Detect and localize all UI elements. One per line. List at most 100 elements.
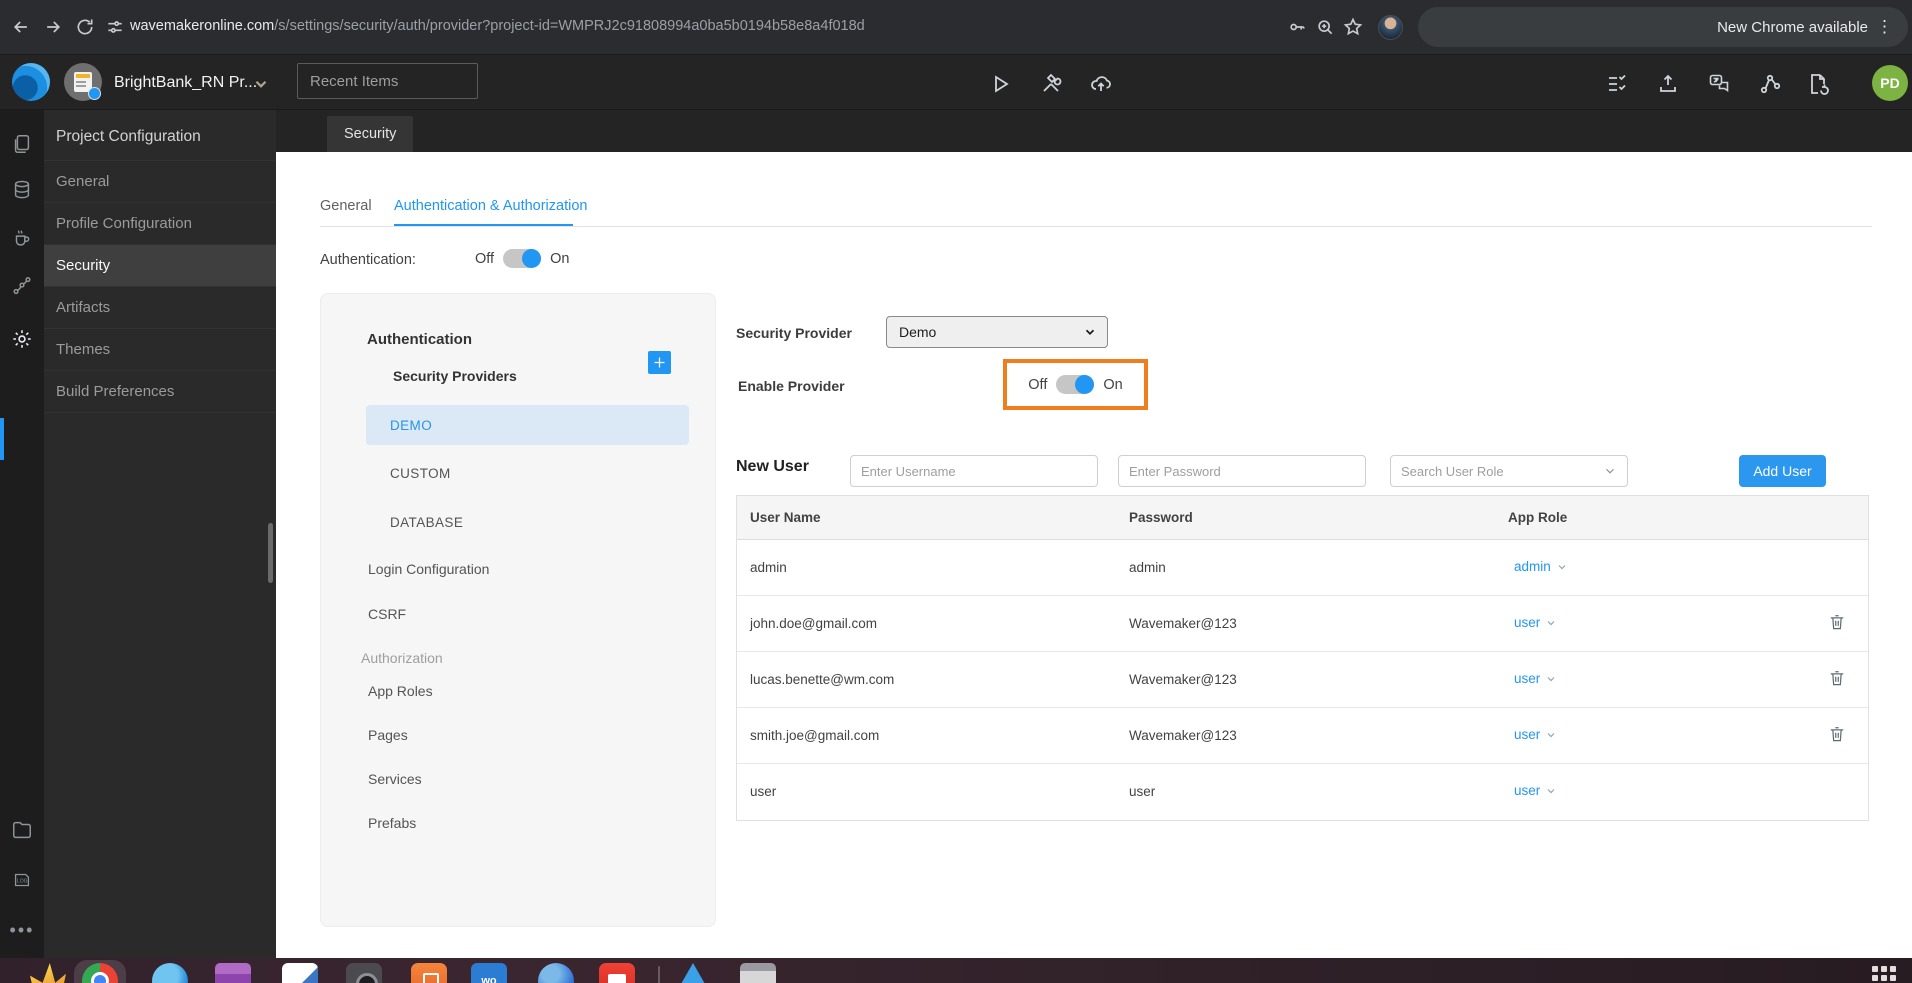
url-bar[interactable]: wavemakeronline.com/s/settings/security/… xyxy=(130,18,865,34)
username-input[interactable] xyxy=(850,455,1098,487)
new-user-label: New User xyxy=(736,458,809,475)
taskbar-icon-files[interactable] xyxy=(215,963,251,983)
recent-items-dropdown[interactable]: Recent Items xyxy=(297,63,478,99)
sidebar-item-artifacts[interactable]: Artifacts xyxy=(44,286,276,328)
project-chevron-down-icon[interactable] xyxy=(252,75,270,98)
nav-item-csrf[interactable]: CSRF xyxy=(368,606,406,622)
cell-password: Wavemaker@123 xyxy=(1129,672,1237,687)
taskbar-icon-text-editor[interactable] xyxy=(282,963,318,983)
taskbar-icon-red-mail-app[interactable] xyxy=(599,963,635,983)
security-settings-page: General Authentication & Authorization A… xyxy=(276,152,1912,958)
chevron-down-icon xyxy=(1547,676,1555,681)
back-icon[interactable] xyxy=(8,14,34,40)
chevron-down-icon xyxy=(1558,564,1566,569)
sidebar-scrollbar[interactable] xyxy=(268,523,273,583)
settings-gear-icon[interactable] xyxy=(0,317,44,361)
tools-icon[interactable] xyxy=(1037,70,1065,98)
taskbar-icon-software-store[interactable] xyxy=(411,963,447,983)
role-dropdown[interactable]: user xyxy=(1514,615,1557,630)
security-provider-select[interactable]: Demo xyxy=(886,316,1108,348)
sidebar-item-profile-configuration[interactable]: Profile Configuration xyxy=(44,202,276,244)
trash-icon xyxy=(1830,671,1844,686)
nav-item-login-configuration[interactable]: Login Configuration xyxy=(368,561,489,577)
taskbar-icon-word-app[interactable]: wo xyxy=(471,963,507,983)
cell-username: smith.joe@gmail.com xyxy=(750,728,880,743)
delete-user-button[interactable] xyxy=(1827,724,1849,746)
logs-icon[interactable]: LOG xyxy=(0,858,44,902)
translate-icon[interactable] xyxy=(1705,70,1733,98)
sidebar-item-build-preferences[interactable]: Build Preferences xyxy=(44,370,276,412)
user-role-select[interactable]: Search User Role xyxy=(1390,455,1628,487)
forward-icon[interactable] xyxy=(40,14,66,40)
run-config-list-icon[interactable] xyxy=(1603,70,1631,98)
security-page-tab[interactable]: Security xyxy=(327,116,414,152)
trash-icon xyxy=(1830,727,1844,742)
provider-item-demo[interactable]: DEMO xyxy=(366,405,689,445)
toggle-knob xyxy=(1075,375,1095,394)
authentication-toggle[interactable] xyxy=(503,249,542,268)
provider-item-custom[interactable]: CUSTOM xyxy=(390,466,451,481)
col-password: Password xyxy=(1129,510,1193,525)
tab-general[interactable]: General xyxy=(320,198,372,214)
enable-provider-highlight-box: Off On xyxy=(1003,359,1148,410)
provider-item-database[interactable]: DATABASE xyxy=(390,515,463,530)
taskbar-icon-window-app[interactable] xyxy=(740,963,776,983)
apis-icon[interactable] xyxy=(0,264,44,308)
delete-user-button[interactable] xyxy=(1827,668,1849,690)
sidebar-item-general[interactable]: General xyxy=(44,160,276,202)
taskbar-icon-thunderbird[interactable] xyxy=(152,963,188,983)
nav-item-services[interactable]: Services xyxy=(368,771,422,787)
role-dropdown[interactable]: user xyxy=(1514,783,1557,798)
preview-play-icon[interactable] xyxy=(986,70,1014,98)
sidebar-item-themes[interactable]: Themes xyxy=(44,328,276,370)
cloud-upload-icon[interactable] xyxy=(1087,70,1115,98)
folder-icon[interactable] xyxy=(0,808,44,852)
site-settings-icon[interactable] xyxy=(102,14,128,40)
java-services-icon[interactable] xyxy=(0,216,44,260)
app-grid-icon[interactable] xyxy=(1872,966,1898,983)
cell-password: Wavemaker@123 xyxy=(1129,616,1237,631)
file-sync-icon[interactable] xyxy=(1804,70,1832,98)
taskbar-icon-gimp[interactable] xyxy=(30,963,66,983)
browser-menu-kebab-icon[interactable]: ⋮ xyxy=(1876,17,1894,37)
taskbar-icon-triangle-app[interactable] xyxy=(677,963,709,983)
table-row: admin admin admin xyxy=(737,540,1868,596)
role-dropdown[interactable]: user xyxy=(1514,671,1557,686)
authentication-label: Authentication: xyxy=(320,252,416,268)
taskbar-separator xyxy=(658,966,660,983)
project-name[interactable]: BrightBank_RN Pr... xyxy=(114,74,257,92)
sidebar-item-security[interactable]: Security xyxy=(44,244,276,286)
more-options-icon[interactable]: ••• xyxy=(0,908,44,952)
chrome-update-button[interactable]: New Chrome available ⋮ xyxy=(1418,7,1908,47)
user-avatar[interactable]: PD xyxy=(1872,65,1908,101)
browser-toolbar: wavemakeronline.com/s/settings/security/… xyxy=(0,0,1912,55)
delete-user-button[interactable] xyxy=(1827,612,1849,634)
pages-icon[interactable] xyxy=(0,122,44,166)
taskbar-icon-blue-sphere-app[interactable] xyxy=(538,963,574,983)
password-key-icon[interactable] xyxy=(1284,14,1310,40)
security-provider-label: Security Provider xyxy=(736,325,852,341)
share-branch-icon[interactable] xyxy=(1756,70,1784,98)
role-dropdown[interactable]: user xyxy=(1514,727,1557,742)
tab-authentication-authorization[interactable]: Authentication & Authorization xyxy=(394,198,587,214)
sidebar-title: Project Configuration xyxy=(56,128,201,145)
database-icon[interactable] xyxy=(0,168,44,212)
nav-item-app-roles[interactable]: App Roles xyxy=(368,683,433,699)
password-input[interactable] xyxy=(1118,455,1366,487)
table-row: smith.joe@gmail.com Wavemaker@123 user xyxy=(737,708,1868,764)
nav-item-pages[interactable]: Pages xyxy=(368,727,408,743)
reload-icon[interactable] xyxy=(72,14,98,40)
url-path: /s/settings/security/auth/provider?proje… xyxy=(274,18,865,34)
export-icon[interactable] xyxy=(1654,70,1682,98)
zoom-icon[interactable] xyxy=(1312,14,1338,40)
users-table-header: User Name Password App Role xyxy=(737,496,1868,540)
role-dropdown[interactable]: admin xyxy=(1514,559,1568,574)
chrome-profile-avatar[interactable] xyxy=(1378,15,1403,40)
add-user-button[interactable]: Add User xyxy=(1739,455,1826,487)
enable-provider-toggle[interactable] xyxy=(1056,375,1095,394)
bookmark-star-icon[interactable] xyxy=(1340,14,1366,40)
taskbar-icon-screenshot-tool[interactable] xyxy=(346,963,382,983)
nav-item-prefabs[interactable]: Prefabs xyxy=(368,815,416,831)
cell-password: user xyxy=(1129,784,1156,799)
add-provider-button[interactable] xyxy=(648,351,671,374)
